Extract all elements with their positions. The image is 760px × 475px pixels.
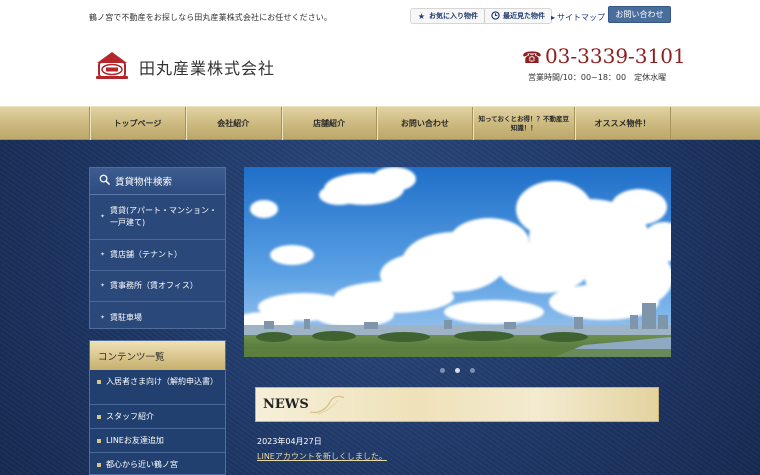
nav-item-stores[interactable]: 店舗紹介 bbox=[280, 107, 377, 140]
square-bullet-icon bbox=[97, 415, 101, 419]
hero-slide-image bbox=[244, 167, 671, 357]
tagline: 鶴ノ宮で不動産をお探しなら田丸産業株式会社にお任せください。 bbox=[89, 13, 332, 22]
phone-number[interactable]: ☎ 03-3339-3101 bbox=[522, 44, 686, 68]
news-date: 2023年04月27日 bbox=[257, 437, 322, 446]
square-bullet-icon bbox=[97, 463, 101, 467]
recently-viewed-link[interactable]: 最近見た物件 bbox=[484, 9, 551, 23]
search-item-label: 賃店舗（テナント） bbox=[110, 250, 183, 259]
search-item-residential[interactable]: ✦ 賃貸(アパート・マンション・一戸建て) bbox=[90, 195, 225, 240]
contents-item-label: LINEお友達追加 bbox=[106, 436, 164, 445]
search-item-office[interactable]: ✦ 賃事務所（賃オフィス） bbox=[90, 271, 225, 302]
square-bullet-icon bbox=[97, 439, 101, 443]
business-hours: 営業時間/10：00~18：00 定休水曜 bbox=[528, 73, 667, 82]
contents-item-label: スタッフ紹介 bbox=[106, 412, 154, 421]
telephone-icon: ☎ bbox=[522, 48, 542, 67]
sitemap-link[interactable]: ▸ サイトマップ bbox=[551, 12, 605, 23]
news-link[interactable]: LINEアカウントを新しくしました。 bbox=[257, 451, 387, 462]
contents-item-tenant-cancel[interactable]: 入居者さま向け（解約申込書） bbox=[90, 370, 225, 405]
phone-text: 03-3339-3101 bbox=[544, 44, 686, 68]
slider-dot-3[interactable] bbox=[470, 367, 475, 373]
site-header: 鶴ノ宮で不動産をお探しなら田丸産業株式会社にお任せください。 ★ お気に入り物件… bbox=[0, 0, 760, 106]
slider-dot-1[interactable] bbox=[440, 367, 445, 373]
nav-item-company[interactable]: 会社紹介 bbox=[184, 107, 281, 140]
square-bullet-icon bbox=[97, 380, 101, 384]
recently-viewed-label: 最近見た物件 bbox=[503, 12, 545, 20]
contents-heading: コンテンツ一覧 bbox=[90, 341, 225, 370]
slider-dot-2[interactable] bbox=[455, 367, 460, 373]
search-item-parking[interactable]: ✦ 賃駐車場 bbox=[90, 302, 225, 333]
nav-list: トップページ 会社紹介 店舗紹介 お問い合わせ 知っておくとお得！？不動産豆知識… bbox=[89, 107, 671, 140]
clock-icon bbox=[491, 10, 500, 22]
contents-item-access[interactable]: 都心から近い鶴ノ宮 bbox=[90, 453, 225, 475]
rental-search-heading: 賃貸物件検索 bbox=[90, 168, 225, 195]
company-logo[interactable] bbox=[94, 50, 130, 80]
sitemap-label: サイトマップ bbox=[557, 13, 606, 22]
contents-item-staff[interactable]: スタッフ紹介 bbox=[90, 405, 225, 429]
search-item-label: 賃事務所（賃オフィス） bbox=[110, 281, 198, 290]
utility-links: ★ お気に入り物件 最近見た物件 bbox=[410, 8, 552, 24]
favorites-label: お気に入り物件 bbox=[429, 12, 478, 20]
favorites-link[interactable]: ★ お気に入り物件 bbox=[411, 9, 484, 23]
contents-item-label: 入居者さま向け（解約申込書） bbox=[106, 377, 218, 386]
slider-pagination bbox=[244, 365, 671, 375]
chevron-right-icon: ▸ bbox=[551, 13, 556, 22]
arrow-right-icon: ✦ bbox=[100, 251, 106, 258]
rental-search-panel: 賃貸物件検索 ✦ 賃貸(アパート・マンション・一戸建て) ✦ 賃店舗（テナント）… bbox=[89, 167, 226, 329]
search-item-store[interactable]: ✦ 賃店舗（テナント） bbox=[90, 240, 225, 271]
rental-search-title: 賃貸物件検索 bbox=[115, 177, 173, 188]
arrow-right-icon: ✦ bbox=[100, 213, 106, 220]
company-name: 田丸産業株式会社 bbox=[139, 59, 276, 78]
global-nav: トップページ 会社紹介 店舗紹介 お問い合わせ 知っておくとお得！？不動産豆知識… bbox=[0, 106, 760, 140]
arrow-right-icon: ✦ bbox=[100, 313, 106, 321]
search-icon bbox=[99, 174, 111, 188]
nav-item-recommended[interactable]: オススメ物件！ bbox=[574, 107, 671, 140]
news-heading-panel: NEWS bbox=[255, 387, 659, 422]
arrow-right-icon: ✦ bbox=[100, 282, 106, 289]
contents-item-label: 都心から近い鶴ノ宮 bbox=[106, 460, 178, 469]
nav-item-top[interactable]: トップページ bbox=[89, 107, 185, 140]
contents-item-line[interactable]: LINEお友達追加 bbox=[90, 429, 225, 453]
search-item-label: 賃貸(アパート・マンション・一戸建て) bbox=[110, 206, 217, 227]
contents-panel: コンテンツ一覧 入居者さま向け（解約申込書） スタッフ紹介 LINEお友達追加 … bbox=[89, 340, 226, 475]
ornament-swirl-icon bbox=[309, 395, 345, 415]
contact-button[interactable]: お問い合わせ bbox=[608, 6, 671, 23]
search-item-label: 賃駐車場 bbox=[110, 312, 143, 322]
star-icon: ★ bbox=[417, 11, 426, 21]
news-title: NEWS bbox=[263, 397, 309, 412]
nav-item-tips[interactable]: 知っておくとお得！？不動産豆知識！！ bbox=[472, 107, 574, 140]
nav-item-contact[interactable]: お問い合わせ bbox=[376, 107, 472, 140]
